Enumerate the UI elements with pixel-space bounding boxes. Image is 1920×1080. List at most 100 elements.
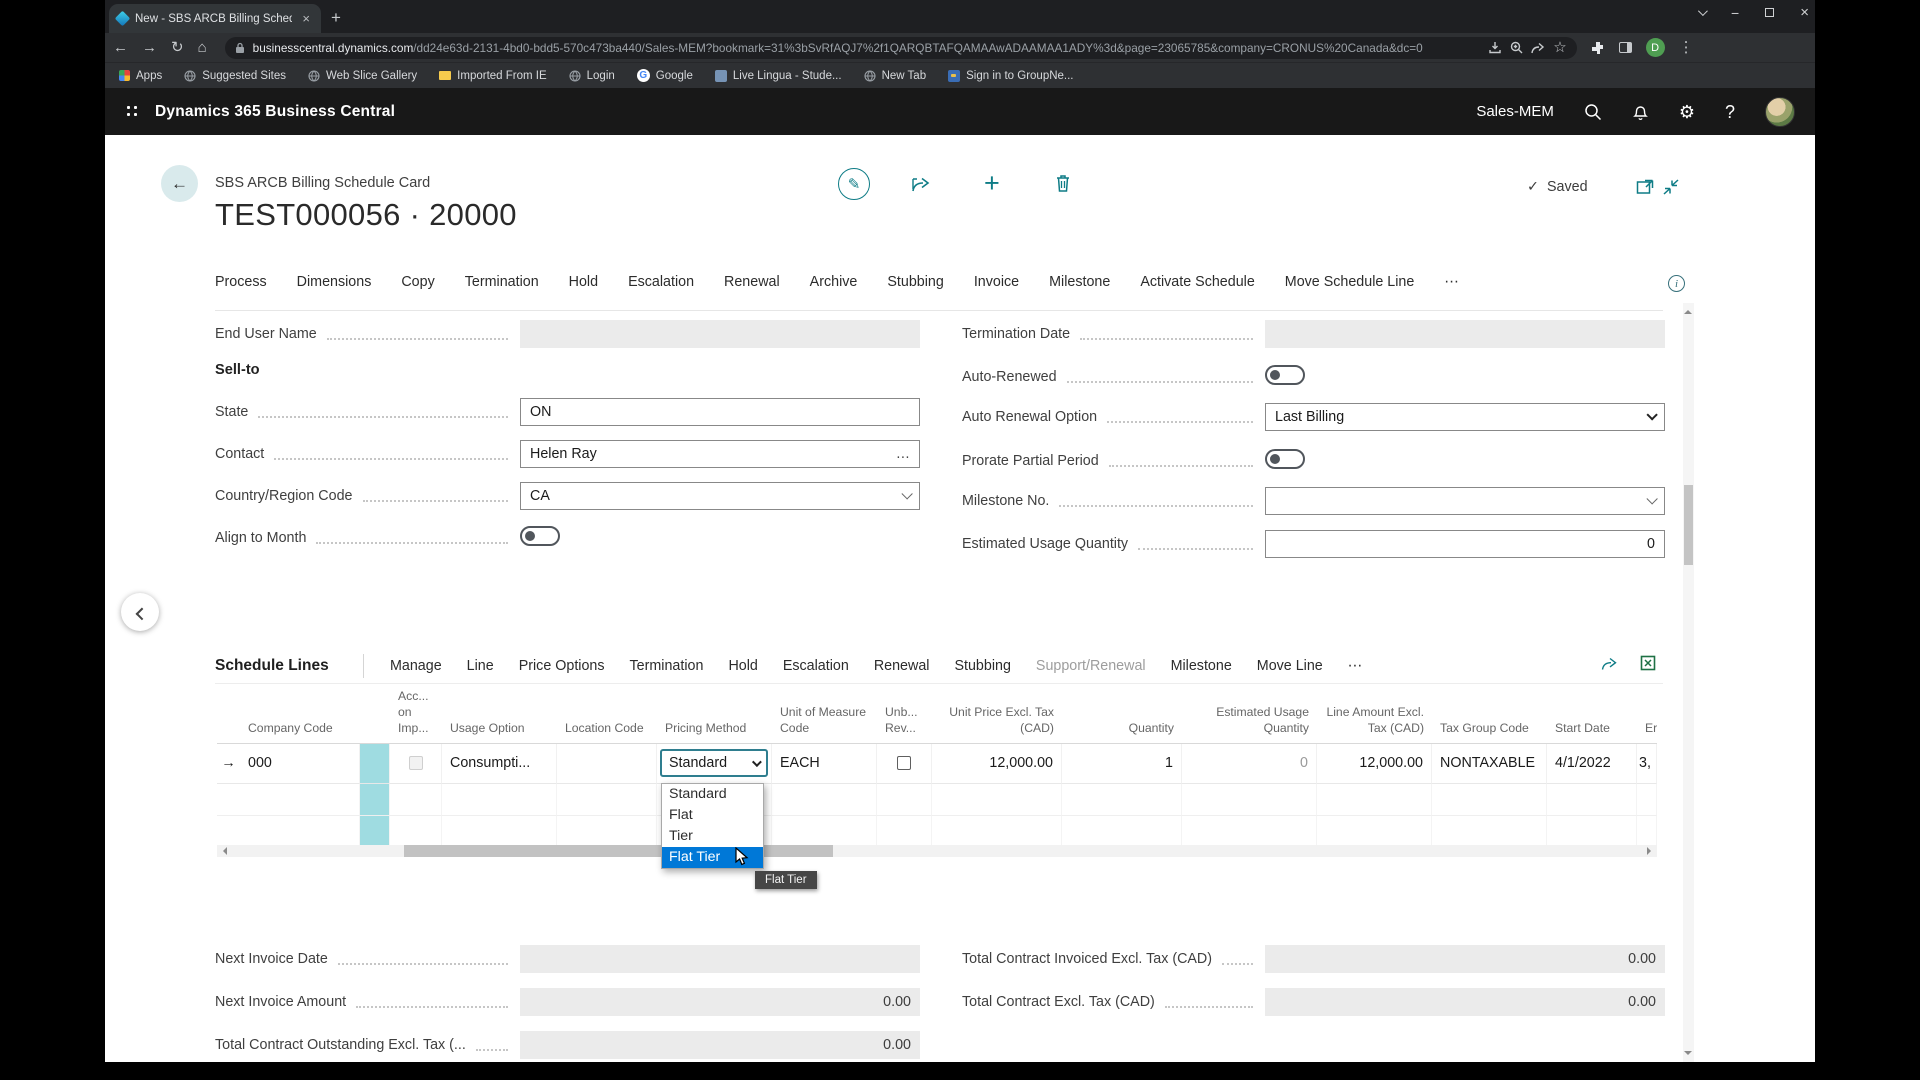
bookmark-new-tab[interactable]: New Tab xyxy=(864,70,927,82)
sl-menu-line[interactable]: Line xyxy=(467,658,494,674)
bookmark-star-icon[interactable]: ☆ xyxy=(1553,40,1566,55)
sl-menu-stubbing[interactable]: Stubbing xyxy=(954,658,1010,674)
grid-data-row[interactable]: → 000 Consumpti... Standard EACH 12,000.… xyxy=(217,744,1657,784)
cell-tax-group[interactable]: NONTAXABLE xyxy=(1432,744,1547,784)
scroll-left-icon[interactable] xyxy=(219,847,227,855)
auto-renewal-option-select[interactable]: Last Billing xyxy=(1265,403,1665,431)
menu-item-termination[interactable]: Termination xyxy=(465,274,539,290)
grid-empty-row[interactable] xyxy=(217,784,1657,816)
bookmark-live-lingua[interactable]: Live Lingua - Stude... xyxy=(715,70,842,82)
back-button[interactable]: ← xyxy=(113,40,128,55)
sl-menu-escalation[interactable]: Escalation xyxy=(783,658,849,674)
prorate-partial-period-toggle[interactable] xyxy=(1265,449,1305,469)
menu-item-dimensions[interactable]: Dimensions xyxy=(297,274,372,290)
bookmark-groupne[interactable]: Sign in to GroupNe... xyxy=(948,70,1073,82)
grid-empty-row[interactable] xyxy=(217,816,1657,848)
cell-unit-of-measure[interactable]: EACH xyxy=(772,744,877,784)
state-field[interactable]: ON xyxy=(520,398,920,426)
share-page-icon[interactable] xyxy=(911,175,931,193)
estimated-usage-quantity-field[interactable]: 0 xyxy=(1265,530,1665,558)
dropdown-option-flat[interactable]: Flat xyxy=(662,805,763,826)
collapse-panel-button[interactable] xyxy=(121,593,159,631)
auto-renewed-toggle[interactable] xyxy=(1265,365,1305,385)
scroll-up-icon[interactable] xyxy=(1684,306,1692,314)
window-restore-button[interactable] xyxy=(1765,8,1774,17)
cell-end-date[interactable]: 3, xyxy=(1637,744,1657,784)
window-chevron-down-icon[interactable] xyxy=(1698,6,1708,16)
waffle-icon[interactable] xyxy=(125,104,141,120)
open-in-excel-icon[interactable] xyxy=(1640,655,1656,671)
chevron-down-icon[interactable] xyxy=(1646,409,1657,420)
sl-menu-milestone[interactable]: Milestone xyxy=(1171,658,1232,674)
bookmark-login[interactable]: Login xyxy=(569,70,615,82)
sl-menu-termination[interactable]: Termination xyxy=(630,658,704,674)
grid-horizontal-scrollbar[interactable] xyxy=(217,845,1657,857)
home-button[interactable]: ⌂ xyxy=(198,40,207,55)
tab-close-icon[interactable]: × xyxy=(299,11,313,26)
menu-item-move-schedule-line[interactable]: Move Schedule Line xyxy=(1285,274,1415,290)
cell-company-code[interactable]: 000 xyxy=(240,744,360,784)
help-icon[interactable]: ? xyxy=(1725,103,1735,121)
bookmark-web-slice-gallery[interactable]: Web Slice Gallery xyxy=(308,70,417,82)
reload-button[interactable]: ↻ xyxy=(171,40,184,55)
bookmark-imported-from-ie[interactable]: Imported From IE xyxy=(439,70,546,82)
milestone-no-field[interactable] xyxy=(1265,487,1665,515)
cell-location-code[interactable] xyxy=(557,744,657,784)
page-back-button[interactable]: ← xyxy=(161,165,198,202)
info-icon[interactable]: i xyxy=(1668,275,1685,292)
page-vertical-scrollbar[interactable] xyxy=(1683,303,1694,1062)
checkbox-unchecked[interactable] xyxy=(897,756,911,770)
bookmark-apps[interactable]: Apps xyxy=(119,70,162,82)
align-to-month-toggle[interactable] xyxy=(520,526,560,546)
search-icon[interactable] xyxy=(1584,103,1602,121)
sl-menu-move-line[interactable]: Move Line xyxy=(1257,658,1323,674)
menu-more-icon[interactable]: ⋯ xyxy=(1444,274,1458,290)
cell-pricing-method[interactable]: Standard xyxy=(657,744,772,784)
app-title[interactable]: Dynamics 365 Business Central xyxy=(155,103,395,121)
zoom-icon[interactable] xyxy=(1510,41,1523,54)
menu-item-hold[interactable]: Hold xyxy=(569,274,598,290)
edit-mode-button[interactable]: ✎ xyxy=(838,168,870,200)
sl-menu-manage[interactable]: Manage xyxy=(390,658,442,674)
new-tab-button[interactable]: + xyxy=(331,8,341,28)
scrollbar-thumb[interactable] xyxy=(404,845,833,857)
contact-lookup-icon[interactable]: … xyxy=(896,446,911,462)
window-minimize-button[interactable]: − xyxy=(1731,5,1739,21)
open-in-window-icon[interactable] xyxy=(1636,179,1654,195)
menu-item-copy[interactable]: Copy xyxy=(401,274,434,290)
scroll-right-icon[interactable] xyxy=(1647,847,1655,855)
bookmark-suggested-sites[interactable]: Suggested Sites xyxy=(184,70,286,82)
delete-trash-icon[interactable] xyxy=(1054,173,1072,193)
window-close-button[interactable]: × xyxy=(1800,4,1809,21)
menu-item-process[interactable]: Process xyxy=(215,274,267,290)
cell-line-amount[interactable]: 12,000.00 xyxy=(1317,744,1432,784)
address-bar[interactable]: businesscentral.dynamics.com/dd24e63d-21… xyxy=(225,37,1577,59)
share-lines-icon[interactable] xyxy=(1601,656,1618,671)
sl-menu-renewal[interactable]: Renewal xyxy=(874,658,930,674)
chevron-down-icon[interactable] xyxy=(901,488,912,499)
sl-menu-hold[interactable]: Hold xyxy=(728,658,757,674)
new-record-button[interactable]: + xyxy=(984,168,1000,199)
menu-item-invoice[interactable]: Invoice xyxy=(974,274,1019,290)
menu-item-archive[interactable]: Archive xyxy=(810,274,858,290)
forward-button[interactable]: → xyxy=(142,40,157,55)
sl-menu-price-options[interactable]: Price Options xyxy=(519,658,605,674)
sl-menu-more-icon[interactable]: ⋯ xyxy=(1348,658,1362,674)
bookmark-google[interactable]: GGoogle xyxy=(637,69,693,82)
dropdown-option-tier[interactable]: Tier xyxy=(662,826,763,847)
scroll-down-icon[interactable] xyxy=(1684,1051,1692,1059)
notifications-bell-icon[interactable] xyxy=(1632,103,1649,121)
contact-field[interactable]: Helen Ray… xyxy=(520,440,920,468)
browser-profile-avatar[interactable]: D xyxy=(1646,38,1665,57)
menu-item-milestone[interactable]: Milestone xyxy=(1049,274,1110,290)
browser-tab[interactable]: New - SBS ARCB Billing Schedule × xyxy=(109,4,321,33)
download-icon[interactable] xyxy=(1488,41,1502,54)
cell-unit-price[interactable]: 12,000.00 xyxy=(932,744,1062,784)
country-region-field[interactable]: CA xyxy=(520,482,920,510)
menu-item-renewal[interactable]: Renewal xyxy=(724,274,780,290)
menu-item-stubbing[interactable]: Stubbing xyxy=(887,274,943,290)
browser-menu-icon[interactable]: ⋮ xyxy=(1679,40,1694,55)
cell-start-date[interactable]: 4/1/2022 xyxy=(1547,744,1637,784)
cell-est-usage-qty[interactable]: 0 xyxy=(1182,744,1317,784)
pricing-method-select[interactable]: Standard xyxy=(660,749,768,777)
